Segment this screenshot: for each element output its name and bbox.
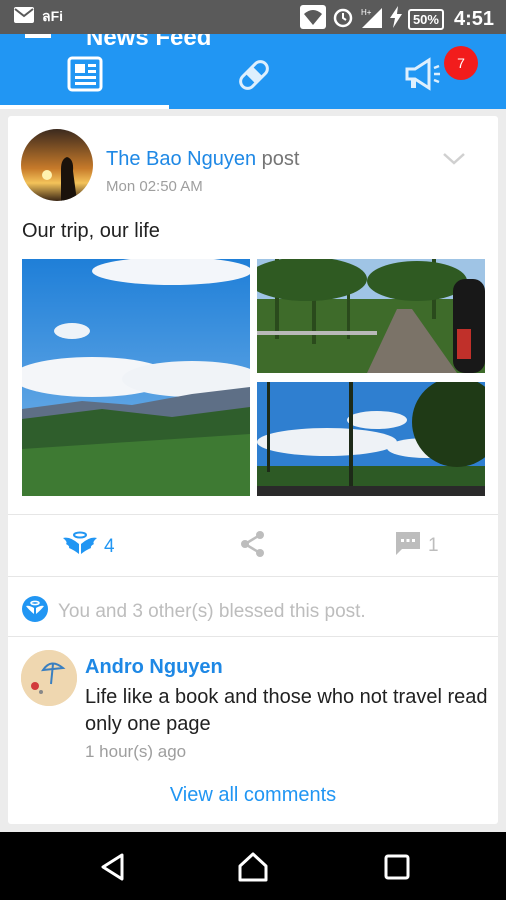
home-icon[interactable] bbox=[236, 850, 270, 884]
comment-button[interactable]: 1 bbox=[394, 530, 439, 562]
bless-button[interactable]: 4 bbox=[62, 530, 115, 564]
megaphone-icon bbox=[403, 56, 443, 96]
signal-icon: H+ bbox=[360, 6, 384, 33]
divider bbox=[8, 576, 498, 577]
tab-notifications[interactable] bbox=[338, 56, 506, 96]
author-name[interactable]: The Bao Nguyen bbox=[106, 148, 256, 170]
app-title: News Feed bbox=[86, 34, 212, 51]
chevron-down-icon[interactable] bbox=[442, 152, 466, 171]
carrier-label: ลFi bbox=[42, 8, 64, 24]
battery-level: 50% bbox=[407, 9, 444, 30]
notification-badge: 7 bbox=[444, 46, 478, 80]
blessed-text: You and 3 other(s) blessed this post. bbox=[58, 600, 366, 622]
comment-count: 1 bbox=[428, 535, 439, 556]
bless-count: 4 bbox=[104, 536, 115, 557]
commenter-avatar[interactable] bbox=[21, 650, 77, 706]
blessed-icon bbox=[22, 596, 48, 627]
svg-text:H+: H+ bbox=[361, 8, 372, 17]
status-bar: ลFi H+ 50% 4:51 bbox=[0, 0, 506, 34]
menu-icon[interactable] bbox=[25, 34, 51, 38]
post-action: post bbox=[261, 148, 300, 170]
charging-icon bbox=[389, 6, 402, 33]
navigation-bar bbox=[0, 832, 506, 900]
post-time: Mon 02:50 AM bbox=[106, 178, 203, 195]
commenter-name[interactable]: Andro Nguyen bbox=[85, 656, 223, 679]
newspaper-icon bbox=[67, 56, 103, 96]
bandage-icon bbox=[235, 56, 273, 96]
post-header: The Bao Nguyen post bbox=[106, 148, 299, 171]
mail-icon bbox=[14, 6, 34, 28]
divider bbox=[8, 514, 498, 515]
post-photo-2[interactable] bbox=[257, 259, 485, 373]
back-icon[interactable] bbox=[96, 850, 130, 884]
post-photo-1[interactable] bbox=[22, 259, 250, 496]
view-all-comments-link[interactable]: View all comments bbox=[8, 784, 498, 807]
post-photo-3[interactable] bbox=[257, 382, 485, 496]
wifi-icon bbox=[299, 5, 326, 34]
comment-time: 1 hour(s) ago bbox=[85, 742, 187, 761]
active-tab-indicator bbox=[0, 105, 169, 109]
post-card: The Bao Nguyen post Mon 02:50 AM Our tri… bbox=[8, 116, 498, 824]
tab-healing[interactable] bbox=[169, 56, 338, 96]
recents-icon[interactable] bbox=[380, 850, 414, 884]
author-avatar[interactable] bbox=[21, 129, 93, 201]
alarm-icon bbox=[332, 6, 354, 33]
angel-wings-icon bbox=[62, 530, 98, 564]
comment-icon bbox=[394, 530, 422, 562]
app-bar: News Feed bbox=[0, 34, 506, 109]
blessed-summary[interactable]: You and 3 other(s) blessed this post. bbox=[22, 596, 366, 627]
comment-text: Life like a book and those who not trave… bbox=[85, 686, 488, 735]
share-icon bbox=[240, 530, 266, 564]
clock: 4:51 bbox=[453, 8, 494, 30]
tab-news-feed[interactable] bbox=[0, 56, 169, 96]
share-button[interactable] bbox=[240, 530, 266, 564]
divider bbox=[8, 636, 498, 637]
post-text: Our trip, our life bbox=[22, 220, 160, 242]
